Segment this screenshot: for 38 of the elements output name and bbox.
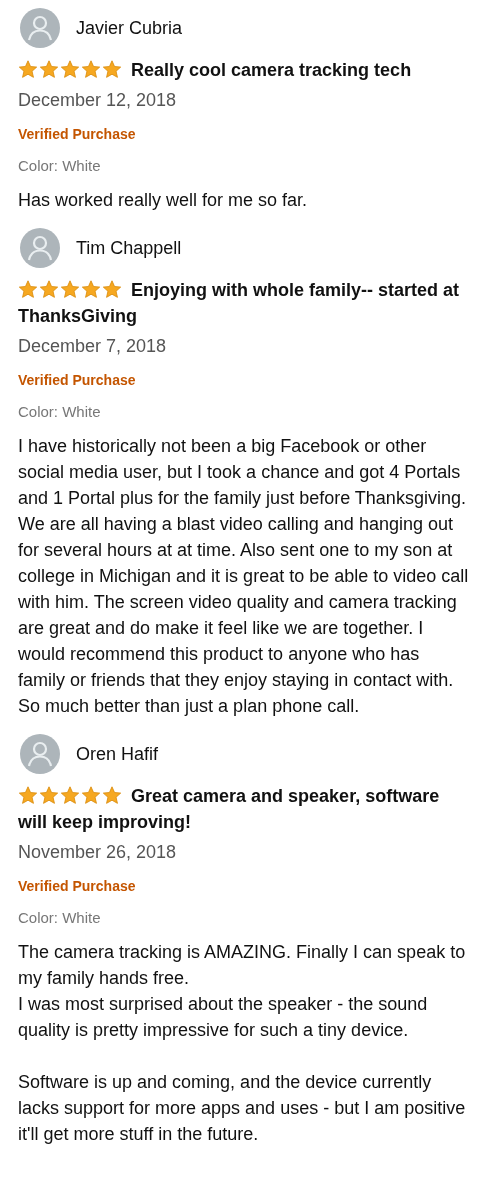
review-text: I have historically not been a big Facebook or other social media user, but I took a chance and got 4 Portals and 1 Portal plus for the family just before Thanksgiving. We are all having a blast video calling and hanging out for several hours at at time. Also sent one to my son at college in Michigan and it is great to be able to video call with him. The screen video quality and camera tracking are great and do make it feel like we are together. I would recommend this product to anyone who has family or friends that they enjoy staying in contact with. So much better than just a plan phone call. xyxy=(18,435,470,718)
star-icon xyxy=(102,786,122,805)
star-icon xyxy=(81,60,101,79)
star-icon xyxy=(60,786,80,805)
review-title[interactable]: Great camera and speaker, software will keep improving! xyxy=(18,783,470,835)
star-icon xyxy=(18,786,38,805)
star-icon xyxy=(18,280,38,299)
reviewer-name[interactable]: Javier Cubria xyxy=(76,14,183,42)
star-icon xyxy=(39,280,59,299)
reviewer-name[interactable]: Oren Hafif xyxy=(76,740,159,768)
review-title[interactable]: Enjoying with whole family-- started at ThanksGiving xyxy=(18,277,470,329)
review-text: The camera tracking is AMAZING. Finally I can speak to my family hands free. xyxy=(18,941,467,990)
star-icon xyxy=(81,786,101,805)
variant-label: Color: White xyxy=(18,402,102,422)
star-icon xyxy=(102,60,122,79)
review-text: I was most surprised about the speaker - the sound quality is pretty impressive for such a tiny device. xyxy=(18,993,429,1042)
verified-purchase-label: Verified Purchase xyxy=(18,877,137,896)
review-title[interactable]: Really cool camera tracking tech xyxy=(18,57,470,83)
review-text: Has worked really well for me so far. xyxy=(18,189,309,212)
variant-label: Color: White xyxy=(18,156,102,176)
star-icon xyxy=(18,60,38,79)
star-icon xyxy=(60,60,80,79)
verified-purchase-label: Verified Purchase xyxy=(18,371,137,390)
star-icon xyxy=(39,786,59,805)
review-date: November 26, 2018 xyxy=(18,841,178,864)
review-date: December 12, 2018 xyxy=(18,89,178,112)
variant-label: Color: White xyxy=(18,908,102,928)
review-text: Software is up and coming, and the device currently lacks support for more apps and uses - but I am positive it'll get more stuff in the future. xyxy=(18,1071,467,1146)
reviewer-name[interactable]: Tim Chappell xyxy=(76,234,182,262)
verified-purchase-label: Verified Purchase xyxy=(18,125,137,144)
star-icon xyxy=(81,280,101,299)
star-icon xyxy=(39,60,59,79)
star-icon xyxy=(60,280,80,299)
avatar-icon xyxy=(20,228,60,268)
star-icon xyxy=(102,280,122,299)
avatar-icon xyxy=(20,734,60,774)
review-date: December 7, 2018 xyxy=(18,335,168,358)
avatar-icon xyxy=(20,8,60,48)
